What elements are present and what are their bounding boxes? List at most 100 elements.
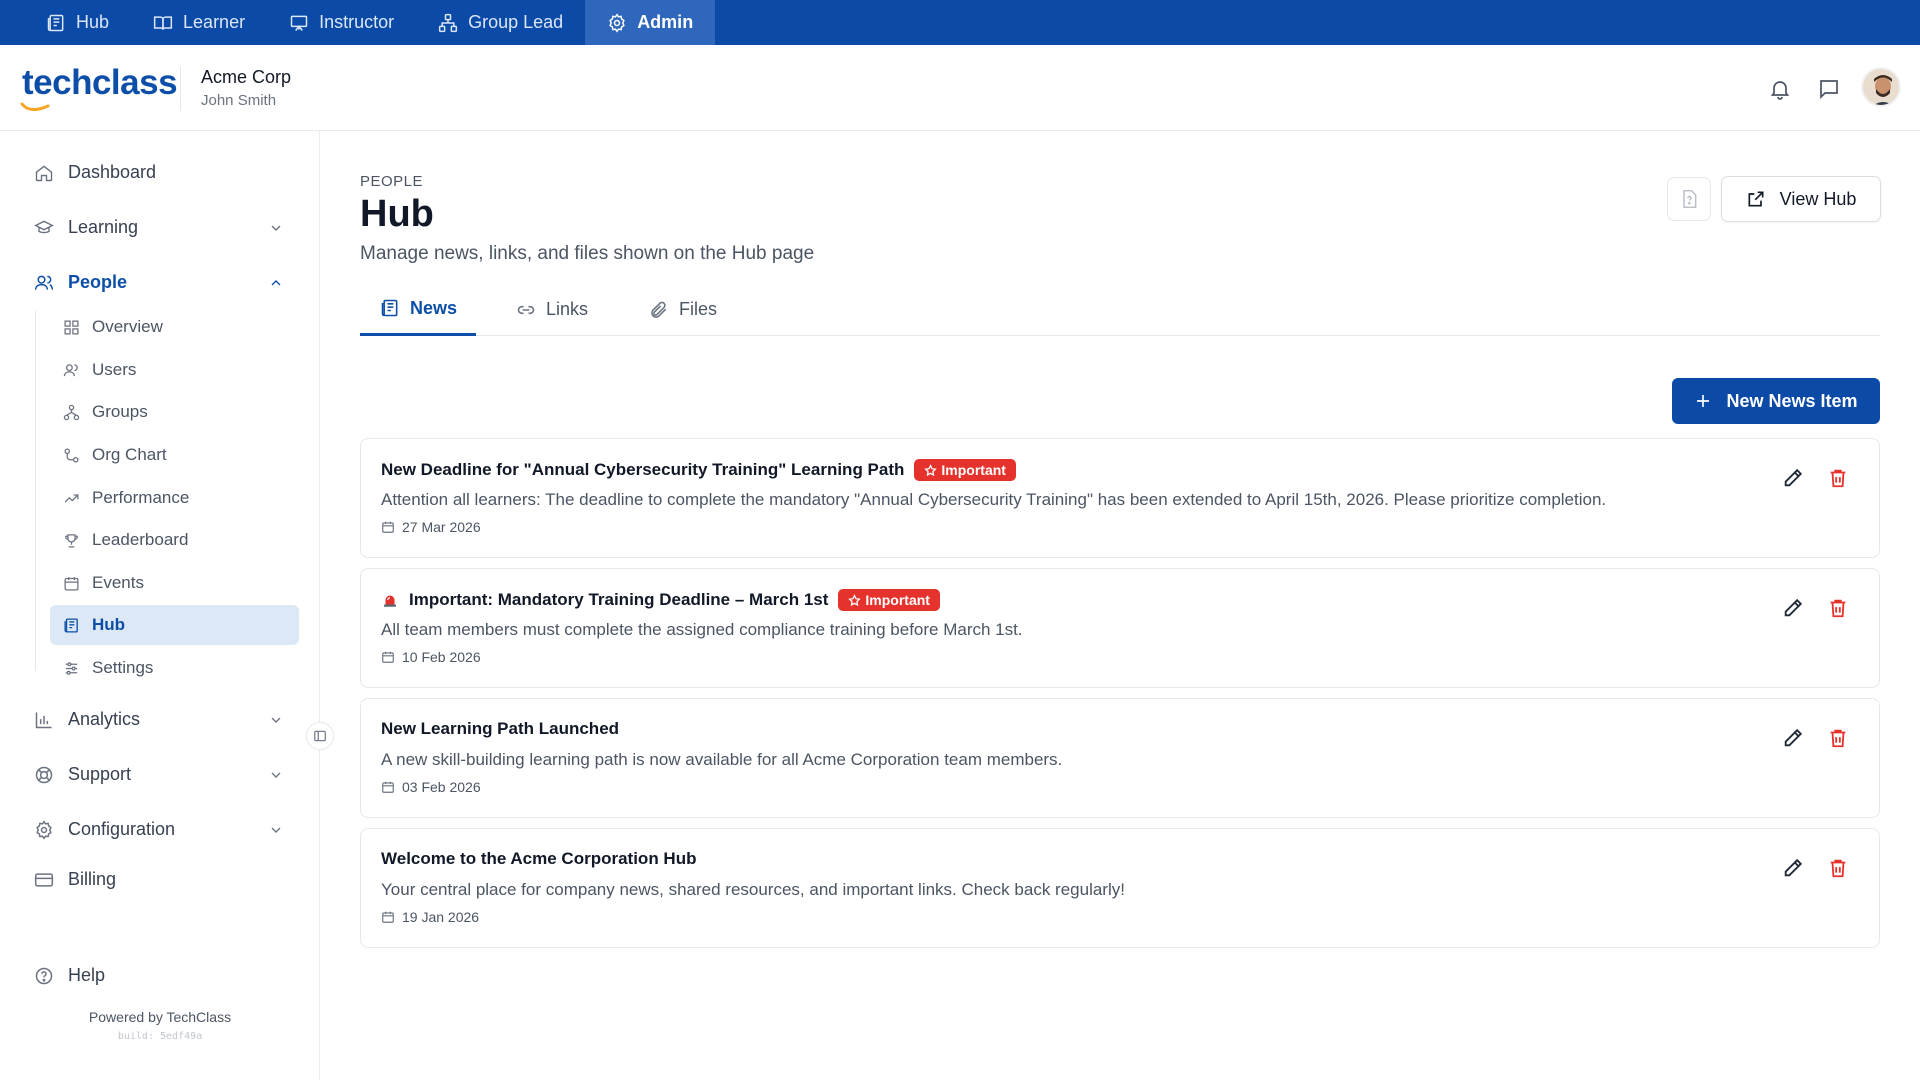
- avatar[interactable]: [1861, 67, 1901, 107]
- breadcrumb: PEOPLE: [360, 173, 424, 190]
- news-body: Attention all learners: The deadline to …: [381, 490, 1607, 509]
- trash-icon[interactable]: [1827, 597, 1849, 619]
- sidebar-item-label: Leaderboard: [92, 530, 189, 549]
- news-date: 03 Feb 2026: [381, 779, 481, 795]
- sidebar-item-users[interactable]: Users: [50, 350, 299, 390]
- news-date-text: 27 Mar 2026: [402, 519, 481, 535]
- sidebar-item-learning[interactable]: Learning: [34, 217, 284, 238]
- calendar-icon: [382, 521, 394, 533]
- chevron-down-icon: [271, 225, 281, 231]
- tab-files[interactable]: Files: [649, 283, 717, 336]
- sidebar-item-label: Hub: [92, 615, 126, 634]
- calendar-icon: [64, 576, 79, 591]
- sidebar-item-org-chart[interactable]: Org Chart: [50, 435, 299, 475]
- edit-icon[interactable]: [1782, 597, 1804, 619]
- role-tab-admin[interactable]: Admin: [585, 0, 716, 45]
- role-tab-hub[interactable]: Hub: [24, 0, 131, 45]
- news-title: Welcome to the Acme Corporation Hub: [381, 849, 697, 868]
- badge-label: Important: [941, 462, 1006, 478]
- news-date: 19 Jan 2026: [381, 909, 479, 925]
- logo-swoosh-icon: [20, 102, 50, 111]
- news-card: New Deadline for "Annual Cybersecurity T…: [360, 438, 1880, 558]
- news-title: New Deadline for "Annual Cybersecurity T…: [381, 460, 905, 479]
- newspaper-icon: [381, 299, 398, 317]
- message-icon[interactable]: [1817, 77, 1841, 101]
- important-badge: Important: [914, 459, 1016, 481]
- role-tab-group-lead[interactable]: Group Lead: [416, 0, 585, 45]
- view-hub-button[interactable]: View Hub: [1721, 176, 1881, 222]
- calendar-icon: [382, 651, 394, 663]
- role-tab-label: Admin: [637, 12, 694, 32]
- org-info: Acme Corp John Smith: [201, 67, 291, 109]
- sidebar-item-groups[interactable]: Groups: [50, 392, 299, 432]
- sidebar-item-hub[interactable]: Hub: [50, 605, 299, 645]
- graduation-cap-icon: [34, 220, 54, 233]
- role-switcher-bar: Hub Learner Instructor Group Lead Admin: [0, 0, 1920, 45]
- new-news-item-label: New News Item: [1726, 390, 1858, 411]
- grid-icon: [64, 319, 79, 335]
- app-header: techclass Acme Corp John Smith: [0, 45, 1920, 131]
- hub-tabs: News Links Files: [360, 283, 1880, 336]
- new-news-item-button[interactable]: New News Item: [1672, 378, 1880, 424]
- important-badge: Important: [838, 589, 940, 611]
- users-icon: [34, 275, 54, 290]
- trash-icon[interactable]: [1827, 727, 1849, 749]
- sidebar-item-label: Org Chart: [92, 445, 167, 464]
- role-tab-learner[interactable]: Learner: [131, 0, 267, 45]
- sidebar-item-label: Configuration: [68, 819, 176, 839]
- tab-news[interactable]: News: [360, 283, 476, 336]
- build-label: build: 5edf49a: [117, 1031, 203, 1042]
- trophy-icon: [65, 533, 78, 548]
- external-link-icon: [1748, 191, 1764, 207]
- siren-icon: [384, 595, 396, 607]
- sidebar-item-dashboard[interactable]: Dashboard: [34, 162, 284, 183]
- sidebar-item-leaderboard[interactable]: Leaderboard: [50, 520, 299, 560]
- file-help-icon: [1683, 189, 1697, 209]
- newspaper-icon: [64, 617, 78, 633]
- sidebar-item-label: Users: [92, 360, 137, 379]
- panel-left-icon: [314, 730, 326, 742]
- edit-icon[interactable]: [1782, 857, 1804, 879]
- news-body: Your central place for company news, sha…: [381, 880, 1125, 899]
- news-card: New Learning Path Launched A new skill-b…: [360, 698, 1880, 818]
- sidebar-item-billing[interactable]: Billing: [34, 869, 284, 890]
- book-open-icon: [153, 15, 173, 30]
- sidebar-item-help[interactable]: Help: [34, 965, 284, 986]
- sidebar-item-support[interactable]: Support: [34, 764, 284, 785]
- presentation-icon: [290, 15, 308, 31]
- role-tab-instructor[interactable]: Instructor: [267, 0, 416, 45]
- trash-icon[interactable]: [1827, 467, 1849, 489]
- sidebar-item-events[interactable]: Events: [50, 563, 299, 603]
- view-hub-label: View Hub: [1779, 188, 1857, 209]
- newspaper-icon: [47, 14, 64, 31]
- edit-icon[interactable]: [1782, 467, 1804, 489]
- sidebar-item-analytics[interactable]: Analytics: [34, 709, 284, 730]
- network-icon: [439, 13, 458, 32]
- gear-icon: [36, 819, 52, 840]
- sidebar-item-overview[interactable]: Overview: [50, 307, 299, 347]
- bell-icon[interactable]: [1768, 77, 1792, 101]
- sidebar-item-label: Settings: [92, 658, 154, 677]
- help-doc-button[interactable]: [1667, 177, 1711, 221]
- sidebar-item-performance[interactable]: Performance: [50, 478, 299, 518]
- tab-links[interactable]: Links: [516, 283, 588, 336]
- news-date-text: 19 Jan 2026: [402, 909, 480, 925]
- users-icon: [63, 363, 78, 376]
- sidebar-item-people[interactable]: People: [34, 272, 284, 293]
- home-icon: [35, 164, 53, 181]
- calendar-icon: [382, 781, 394, 793]
- gear-icon: [609, 12, 625, 33]
- sidebar-collapse-button[interactable]: [306, 722, 334, 750]
- trash-icon[interactable]: [1827, 857, 1849, 879]
- user-name: John Smith: [201, 92, 277, 109]
- sidebar-item-label: Groups: [92, 402, 148, 421]
- edit-icon[interactable]: [1782, 727, 1804, 749]
- news-body: All team members must complete the assig…: [381, 620, 1023, 639]
- news-title: New Learning Path Launched: [381, 719, 620, 738]
- link-icon: [517, 305, 535, 314]
- techclass-logo[interactable]: techclass: [22, 63, 178, 103]
- sidebar-item-configuration[interactable]: Configuration: [34, 819, 284, 840]
- role-tab-label: Learner: [183, 12, 246, 32]
- role-tab-label: Hub: [76, 12, 110, 32]
- sidebar-item-settings[interactable]: Settings: [50, 648, 299, 688]
